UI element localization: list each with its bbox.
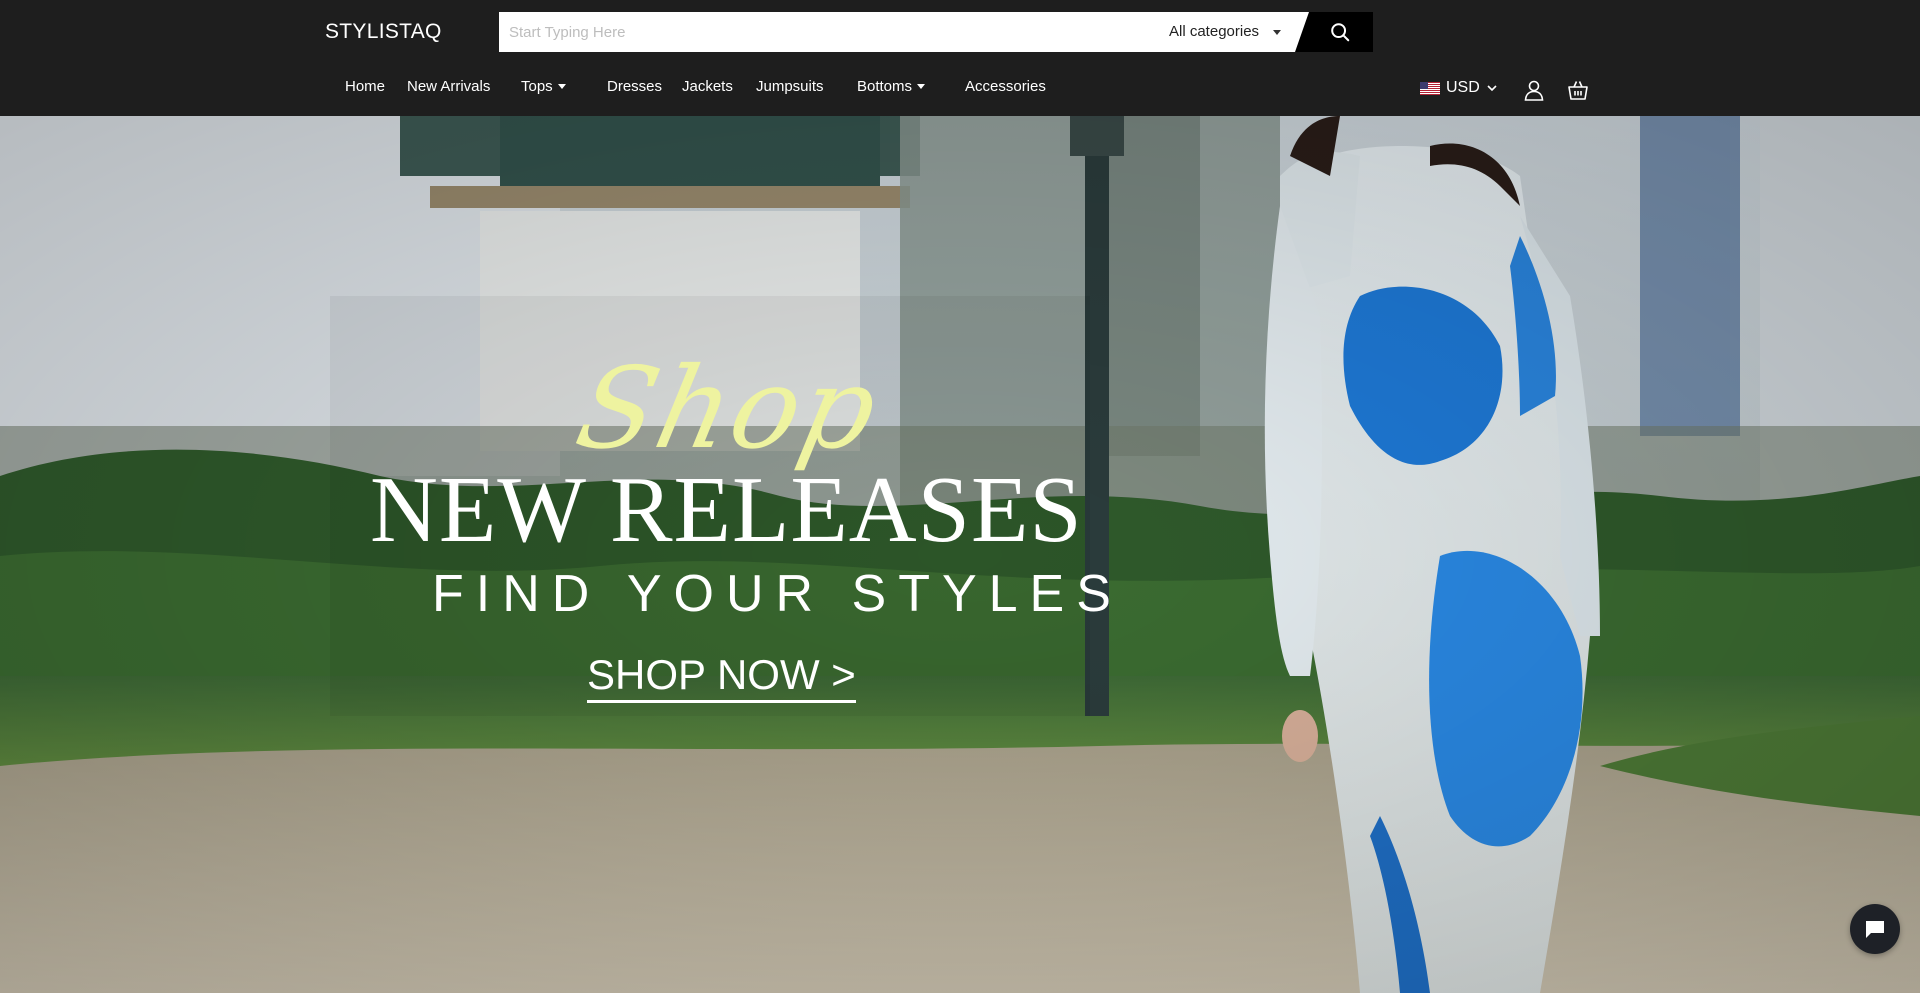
hero-banner[interactable]: Shop NEW RELEASES FIND YOUR STYLES SHOP … [0,116,1920,993]
currency-selector[interactable]: USD [1420,79,1498,97]
shop-now-link[interactable]: SHOP NOW > [587,652,856,703]
cart-button[interactable] [1566,78,1590,102]
search-input[interactable] [499,12,1139,52]
search-icon [1331,23,1350,42]
site-logo[interactable]: STYLISTAQ [325,20,442,44]
shopping-basket-icon [1568,81,1588,100]
us-flag-icon [1420,81,1440,95]
nav-tops[interactable]: Tops [521,78,566,95]
caret-down-icon [557,84,566,89]
hero-script-heading: Shop [566,344,890,474]
nav-label: Jackets [682,78,733,95]
hero-subtitle: FIND YOUR STYLES [432,565,1123,623]
nav-label: Tops [521,78,553,95]
category-select-label: All categories [1169,23,1260,40]
search-bar: All categories [499,12,1373,52]
chat-bubble-icon [1866,921,1884,938]
account-button[interactable] [1522,78,1546,102]
chevron-down-icon [1487,85,1497,92]
nav-dresses[interactable]: Dresses [607,78,662,95]
chat-widget-button[interactable] [1850,904,1900,954]
nav-label: Bottoms [857,78,913,95]
caret-down-icon [1273,29,1282,35]
nav-new-arrivals[interactable]: New Arrivals [407,78,490,95]
category-select[interactable]: All categories [1169,12,1282,52]
nav-label: Accessories [965,78,1046,95]
nav-accessories[interactable]: Accessories [965,78,1046,95]
nav-jackets[interactable]: Jackets [682,78,733,95]
currency-label: USD [1446,79,1480,96]
nav-label: Home [345,78,386,95]
nav-label: Jumpsuits [756,78,824,95]
search-button[interactable] [1295,12,1373,52]
nav-jumpsuits[interactable]: Jumpsuits [756,78,824,95]
user-icon [1524,80,1544,101]
caret-down-icon [917,84,926,89]
nav-bottoms[interactable]: Bottoms [857,78,926,95]
nav-home[interactable]: Home [345,78,385,95]
site-header: STYLISTAQ All categories Home New Arriva… [0,0,1920,116]
nav-label: New Arrivals [407,78,491,95]
hero-title: NEW RELEASES [370,458,1083,562]
nav-label: Dresses [607,78,663,95]
